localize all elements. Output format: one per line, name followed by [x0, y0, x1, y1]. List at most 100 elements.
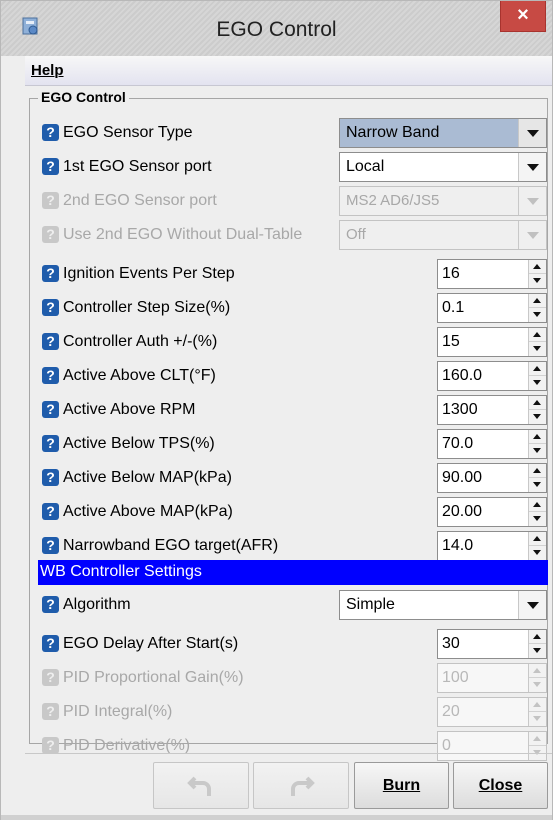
row-algorithm: ? Algorithm Simple [42, 588, 549, 622]
question-icon[interactable]: ? [42, 596, 59, 613]
question-icon[interactable]: ? [42, 435, 59, 452]
spin-up-icon[interactable] [529, 396, 546, 410]
question-icon[interactable]: ? [42, 367, 59, 384]
step-size-spinner[interactable]: 0.1 [437, 293, 547, 323]
window-title: EGO Control [216, 18, 337, 41]
question-icon[interactable]: ? [42, 401, 59, 418]
question-icon: ? [42, 226, 59, 243]
active-above-clt-value: 160.0 [442, 367, 483, 384]
spinner-buttons [528, 260, 546, 288]
spin-up-icon[interactable] [529, 532, 546, 546]
step-size-value: 0.1 [442, 299, 465, 316]
spin-down-icon[interactable] [529, 512, 546, 526]
dialog-content: EGO Control ? EGO Sensor Type Narrow Ban… [25, 88, 552, 761]
active-above-clt-label: Active Above CLT(°F) [63, 367, 216, 384]
algorithm-value: Simple [346, 596, 395, 613]
question-icon[interactable]: ? [42, 124, 59, 141]
ego-delay-spinner[interactable]: 30 [437, 629, 547, 659]
spin-up-icon[interactable] [529, 328, 546, 342]
spinner-buttons [528, 698, 546, 726]
question-icon[interactable]: ? [42, 537, 59, 554]
active-above-map-label: Active Above MAP(kPa) [63, 503, 233, 520]
burn-button[interactable]: Burn [354, 762, 449, 809]
ego-sensor-type-value: Narrow Band [346, 124, 440, 141]
chevron-down-icon[interactable] [518, 591, 546, 619]
pid-proportional-label: PID Proportional Gain(%) [63, 669, 244, 686]
spin-down-icon[interactable] [529, 308, 546, 322]
spinner-buttons [528, 630, 546, 658]
controller-auth-spinner[interactable]: 15 [437, 327, 547, 357]
spinner-buttons [528, 396, 546, 424]
row-controller-auth: ? Controller Auth +/-(%) 15 [42, 325, 549, 359]
chevron-down-icon[interactable] [518, 119, 546, 147]
redo-icon [291, 776, 315, 796]
row-active-above-clt: ? Active Above CLT(°F) 160.0 [42, 359, 549, 393]
spin-up-icon[interactable] [529, 260, 546, 274]
ignition-events-value: 16 [442, 265, 460, 282]
active-below-tps-spinner[interactable]: 70.0 [437, 429, 547, 459]
question-icon: ? [42, 737, 59, 754]
dual-table-select: Off [339, 220, 547, 250]
spinner-buttons [528, 362, 546, 390]
undo-button [153, 762, 249, 809]
spinner-buttons [528, 664, 546, 692]
spinner-buttons [528, 464, 546, 492]
row-active-below-map: ? Active Below MAP(kPa) 90.00 [42, 461, 549, 495]
spin-up-icon [529, 664, 546, 678]
spin-up-icon[interactable] [529, 430, 546, 444]
question-icon[interactable]: ? [42, 299, 59, 316]
pid-integral-label: PID Integral(%) [63, 703, 173, 720]
ego-sensor-type-select[interactable]: Narrow Band [339, 118, 547, 148]
question-icon[interactable]: ? [42, 158, 59, 175]
active-above-clt-spinner[interactable]: 160.0 [437, 361, 547, 391]
window-close-button[interactable]: × [500, 1, 546, 32]
active-above-rpm-value: 1300 [442, 401, 478, 418]
active-above-rpm-spinner[interactable]: 1300 [437, 395, 547, 425]
active-below-map-spinner[interactable]: 90.00 [437, 463, 547, 493]
dual-table-label: Use 2nd EGO Without Dual-Table [63, 226, 303, 243]
active-above-map-spinner[interactable]: 20.00 [437, 497, 547, 527]
spin-down-icon[interactable] [529, 342, 546, 356]
question-icon[interactable]: ? [42, 503, 59, 520]
narrowband-target-label: Narrowband EGO target(AFR) [63, 537, 279, 554]
title-bar[interactable]: EGO Control × [1, 1, 552, 56]
menu-bar: Help [25, 56, 552, 86]
algorithm-select[interactable]: Simple [339, 590, 547, 620]
row-active-below-tps: ? Active Below TPS(%) 70.0 [42, 427, 549, 461]
spinner-buttons [528, 430, 546, 458]
spin-up-icon[interactable] [529, 630, 546, 644]
ego-sensor-port-2-label: 2nd EGO Sensor port [63, 192, 217, 209]
narrowband-target-spinner[interactable]: 14.0 [437, 531, 547, 561]
row-dual-table: ? Use 2nd EGO Without Dual-Table Off [42, 218, 549, 252]
ignition-events-spinner[interactable]: 16 [437, 259, 547, 289]
close-button[interactable]: Close [453, 762, 548, 809]
spin-down-icon[interactable] [529, 376, 546, 390]
spin-down-icon[interactable] [529, 644, 546, 658]
spin-down-icon[interactable] [529, 274, 546, 288]
spin-down-icon[interactable] [529, 410, 546, 424]
spin-up-icon[interactable] [529, 362, 546, 376]
row-ego-sensor-type: ? EGO Sensor Type Narrow Band [42, 116, 549, 150]
question-icon[interactable]: ? [42, 333, 59, 350]
wb-controller-settings-header: WB Controller Settings [38, 560, 548, 585]
active-below-tps-label: Active Below TPS(%) [63, 435, 215, 452]
spin-down-icon[interactable] [529, 478, 546, 492]
spin-down-icon[interactable] [529, 444, 546, 458]
ego-sensor-port-2-value: MS2 AD6/JS5 [346, 192, 440, 209]
spin-up-icon [529, 698, 546, 712]
ego-sensor-type-label: EGO Sensor Type [63, 124, 193, 141]
question-icon[interactable]: ? [42, 635, 59, 652]
ego-control-window: EGO Control × Help EGO Control ? EGO Sen… [0, 0, 553, 820]
question-icon[interactable]: ? [42, 469, 59, 486]
chevron-down-icon[interactable] [518, 153, 546, 181]
menu-help[interactable]: Help [31, 62, 64, 79]
spin-up-icon[interactable] [529, 498, 546, 512]
ego-delay-value: 30 [442, 635, 460, 652]
narrowband-target-value: 14.0 [442, 537, 474, 554]
spinner-buttons [528, 498, 546, 526]
question-icon[interactable]: ? [42, 265, 59, 282]
spin-up-icon[interactable] [529, 294, 546, 308]
ego-sensor-port-1-select[interactable]: Local [339, 152, 547, 182]
spin-up-icon[interactable] [529, 464, 546, 478]
spin-down-icon[interactable] [529, 546, 546, 560]
